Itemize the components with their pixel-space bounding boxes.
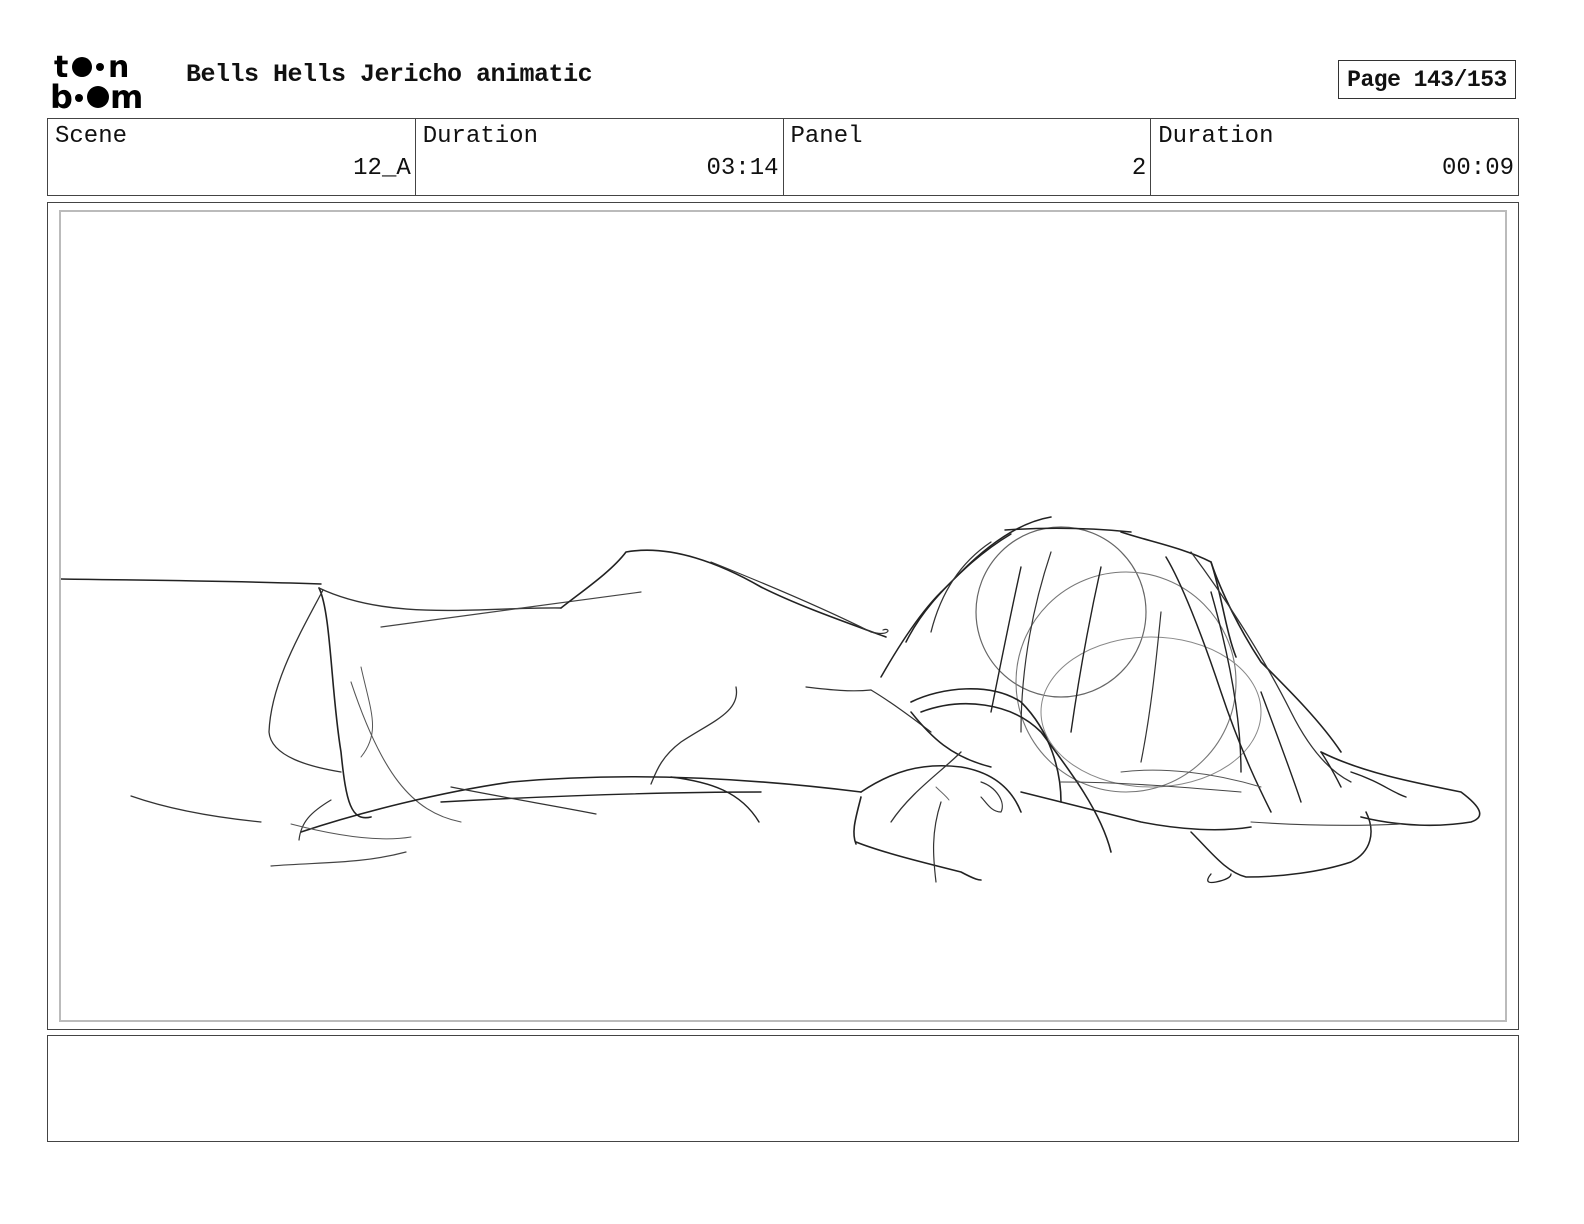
toon-boom-logo-icon: t n b m xyxy=(50,50,143,112)
sketch-figure-icon xyxy=(61,516,1481,884)
svg-text:b: b xyxy=(50,78,73,112)
scene-cell: Scene 12_A xyxy=(48,119,416,195)
panel-cell: Panel 2 xyxy=(784,119,1152,195)
scene-duration-cell: Duration 03:14 xyxy=(416,119,784,195)
scene-duration-label: Duration xyxy=(422,123,538,150)
svg-text:m: m xyxy=(110,78,143,112)
scene-info-bar: Scene 12_A Duration 03:14 Panel 2 Durati… xyxy=(47,118,1519,196)
panel-value: 2 xyxy=(1131,155,1147,182)
panel-duration-label: Duration xyxy=(1158,123,1274,150)
scene-label: Scene xyxy=(55,123,128,150)
document-title: Bells Hells Jericho animatic xyxy=(186,60,593,89)
panel-duration-value: 00:09 xyxy=(1441,155,1514,182)
panel-image xyxy=(59,210,1507,1022)
panel-notes-box xyxy=(47,1035,1519,1142)
panel-label: Panel xyxy=(790,123,863,150)
storyboard-panel xyxy=(47,202,1519,1030)
scene-value: 12_A xyxy=(353,155,411,182)
scene-duration-value: 03:14 xyxy=(706,155,779,182)
panel-duration-cell: Duration 00:09 xyxy=(1151,119,1518,195)
page-indicator: Page 143/153 xyxy=(1338,60,1516,99)
